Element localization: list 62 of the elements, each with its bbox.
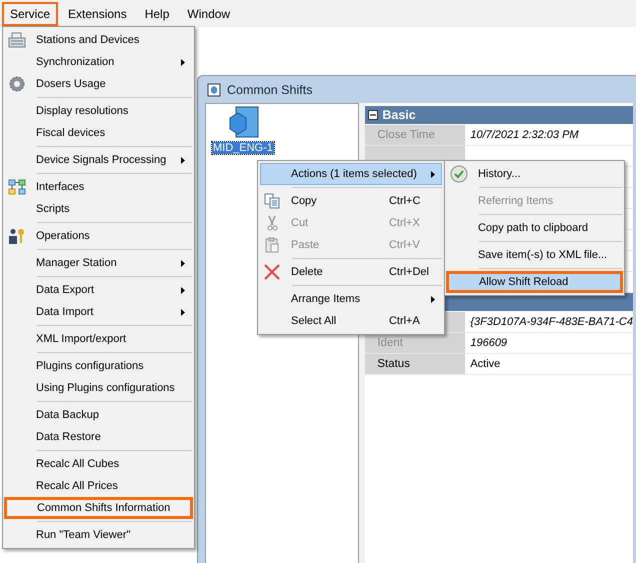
property-label: Status [365, 354, 466, 374]
menu-item[interactable]: Using Plugins configurations [5, 377, 192, 399]
property-value[interactable]: Active [465, 354, 633, 374]
menu-bar-item[interactable]: Service [2, 2, 58, 26]
menu-item[interactable]: Actions (1 items selected) [260, 163, 442, 185]
menu-item[interactable]: Data Export [5, 279, 192, 301]
menu-item[interactable]: Dosers Usage [5, 73, 192, 95]
menu-item[interactable]: Save item(-s) to XML file... [446, 244, 622, 266]
property-label: Close Time [365, 125, 466, 145]
menu-item[interactable]: Copy path to clipboard [446, 217, 622, 239]
category-title: Basic [382, 108, 416, 122]
clipboard-icon [263, 237, 281, 253]
submenu-arrow-icon [181, 286, 185, 294]
menu-item[interactable]: Arrange Items [260, 288, 442, 310]
menu-item[interactable]: Data Backup [5, 404, 192, 426]
menu-item[interactable]: Recalc All Cubes [5, 453, 192, 475]
menu-item[interactable]: Plugins configurations [5, 355, 192, 377]
menu-item[interactable]: Stations and Devices [5, 29, 192, 51]
diagram-blocks-icon [8, 179, 26, 195]
menu-item[interactable]: Select All Ctrl+A [260, 310, 442, 332]
menu-item[interactable]: Run "Team Viewer" [5, 524, 192, 546]
property-value[interactable]: 10/7/2021 2:32:03 PM [465, 125, 633, 145]
cube-document-icon [226, 106, 259, 140]
item-label[interactable]: MID_ENG-1 [212, 142, 274, 154]
menu-item[interactable]: Data Import [5, 301, 192, 323]
menu-item[interactable]: Data Restore [5, 426, 192, 448]
submenu-arrow-icon [430, 296, 435, 302]
gear-icon [8, 76, 26, 92]
cash-register-icon [8, 32, 26, 48]
property-value[interactable]: {3F3D107A-934F-483E-BA71-C4 [465, 312, 633, 332]
submenu-arrow-icon [430, 170, 435, 178]
menu-bar-item[interactable]: Help [136, 2, 178, 26]
menu-item[interactable]: Common Shifts Information [4, 497, 193, 519]
menu-bar-item[interactable]: Extensions [60, 2, 135, 26]
menu-item[interactable]: History... [446, 163, 622, 185]
copy-icon [263, 193, 281, 209]
menu-item[interactable]: Display resolutions [5, 100, 192, 122]
window-title: Common Shifts [227, 82, 312, 96]
menu-item[interactable]: Allow Shift Reload [446, 271, 624, 293]
menu-bar-item[interactable]: Window [179, 2, 238, 26]
menu-item[interactable]: Scripts [5, 198, 192, 220]
menu-item[interactable]: XML Import/export [5, 328, 192, 350]
menu-item[interactable]: Synchronization [5, 51, 192, 73]
submenu-arrow-icon [181, 260, 185, 266]
submenu-arrow-icon [181, 156, 185, 164]
menu-item[interactable]: Fiscal devices [5, 122, 192, 144]
cube-icon [207, 82, 221, 96]
menu-item[interactable]: Operations [5, 225, 192, 247]
menu-item[interactable]: Recalc All Prices [5, 475, 192, 497]
menu-item[interactable]: Copy Ctrl+C [260, 190, 442, 212]
property-value[interactable]: 196609 [465, 333, 633, 353]
menu-item[interactable]: Interfaces [5, 176, 192, 198]
property-label: Ident [365, 333, 466, 353]
menu-item[interactable]: Device Signals Processing [5, 149, 192, 171]
collapse-icon[interactable] [368, 110, 378, 120]
delete-icon [263, 264, 281, 280]
clock-check-icon [450, 165, 468, 183]
submenu-arrow-icon [181, 58, 185, 66]
menu-item[interactable]: Manager Station [5, 252, 192, 274]
menu-item[interactable]: Delete Ctrl+Del [260, 261, 442, 283]
person-key-icon [8, 228, 26, 244]
submenu-arrow-icon [181, 308, 185, 316]
